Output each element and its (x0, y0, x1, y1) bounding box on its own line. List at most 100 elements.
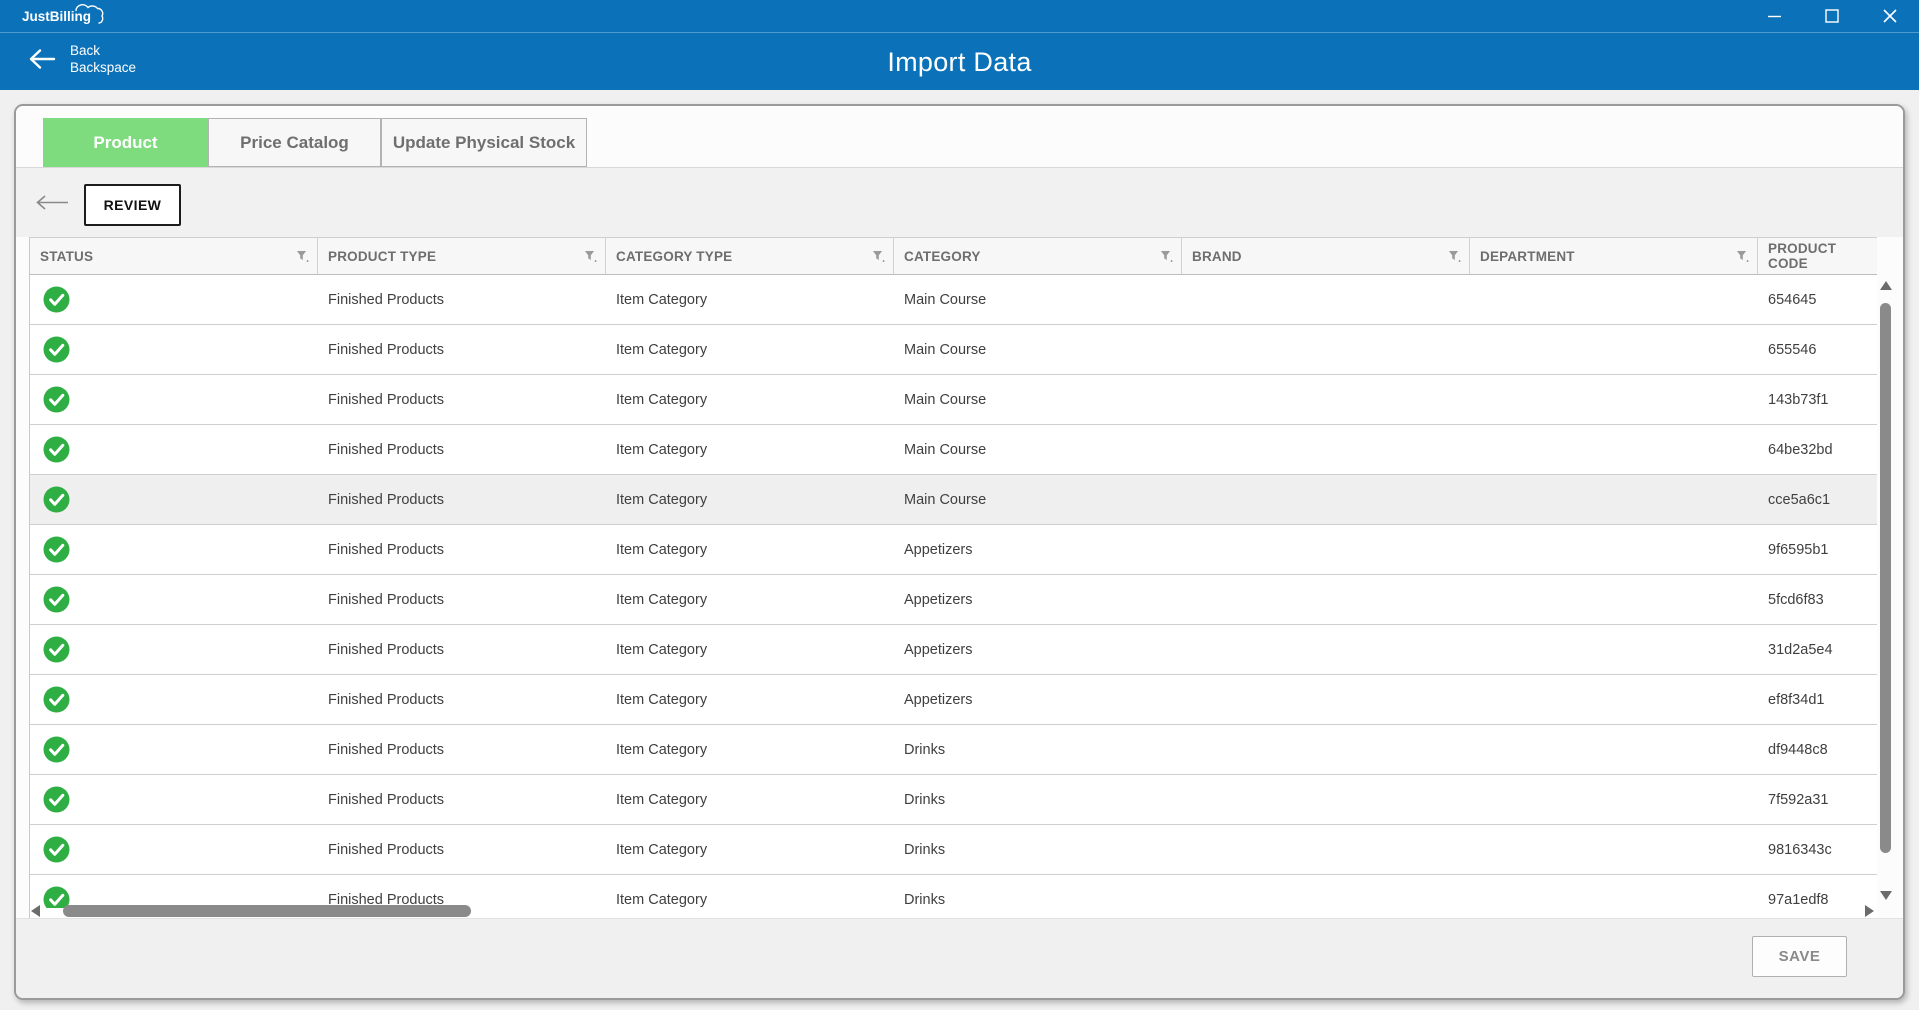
tab-update-physical-stock[interactable]: Update Physical Stock (381, 118, 587, 167)
status-cell (30, 475, 318, 524)
vertical-scrollbar-thumb[interactable] (1880, 303, 1891, 853)
scroll-left-icon[interactable] (31, 905, 40, 917)
column-header-status[interactable]: STATUS (30, 238, 318, 274)
product-type-cell: Finished Products (318, 675, 606, 724)
maximize-button[interactable] (1803, 0, 1861, 32)
table-row[interactable]: Finished ProductsItem CategoryMain Cours… (30, 475, 1877, 525)
column-header-category[interactable]: CATEGORY (894, 238, 1182, 274)
category-cell: Main Course (894, 325, 1182, 374)
product-type-cell: Finished Products (318, 725, 606, 774)
category-cell: Main Course (894, 375, 1182, 424)
save-button[interactable]: SAVE (1752, 936, 1847, 977)
table-row[interactable]: Finished ProductsItem CategoryAppetizers… (30, 575, 1877, 625)
status-ok-icon (43, 486, 70, 513)
column-header-product-code[interactable]: PRODUCT CODE (1758, 238, 1877, 274)
table-row[interactable]: Finished ProductsItem CategoryMain Cours… (30, 275, 1877, 325)
tab-price-catalog[interactable]: Price Catalog (208, 118, 381, 167)
department-cell (1470, 675, 1758, 724)
product-code-cell: 143b73f1 (1758, 375, 1877, 424)
column-header-label: PRODUCT CODE (1768, 241, 1877, 271)
brand-cell (1182, 325, 1470, 374)
filter-funnel-icon[interactable] (296, 250, 309, 266)
category-cell: Drinks (894, 775, 1182, 824)
product-type-cell: Finished Products (318, 475, 606, 524)
filter-funnel-icon[interactable] (584, 250, 597, 266)
department-cell (1470, 325, 1758, 374)
back-label-line2: Backspace (70, 59, 136, 76)
filter-funnel-icon[interactable] (872, 250, 885, 266)
table-row[interactable]: Finished ProductsItem CategoryMain Cours… (30, 375, 1877, 425)
product-type-cell: Finished Products (318, 525, 606, 574)
tab-product[interactable]: Product (43, 118, 208, 167)
status-ok-icon (43, 686, 70, 713)
product-code-cell: 9f6595b1 (1758, 525, 1877, 574)
back-label: Back Backspace (70, 42, 136, 76)
status-cell (30, 275, 318, 324)
table-row[interactable]: Finished ProductsItem CategoryAppetizers… (30, 625, 1877, 675)
category-type-cell: Item Category (606, 625, 894, 674)
panel-footer: SAVE (16, 918, 1903, 998)
review-button[interactable]: REVIEW (84, 184, 181, 226)
horizontal-scrollbar-thumb[interactable] (63, 905, 471, 917)
scroll-up-icon[interactable] (1880, 281, 1892, 290)
product-code-cell: 7f592a31 (1758, 775, 1877, 824)
brand-cell (1182, 275, 1470, 324)
table-row[interactable]: Finished ProductsItem CategoryAppetizers… (30, 675, 1877, 725)
status-cell (30, 625, 318, 674)
vertical-scrollbar[interactable] (1878, 275, 1893, 908)
horizontal-scrollbar[interactable] (29, 904, 1877, 918)
brand-cell (1182, 525, 1470, 574)
category-type-cell: Item Category (606, 775, 894, 824)
column-header-category-type[interactable]: CATEGORY TYPE (606, 238, 894, 274)
filter-funnel-icon[interactable] (1448, 250, 1461, 266)
status-ok-icon (43, 836, 70, 863)
department-cell (1470, 775, 1758, 824)
category-type-cell: Item Category (606, 525, 894, 574)
status-ok-icon (43, 386, 70, 413)
department-cell (1470, 525, 1758, 574)
brand-cell (1182, 425, 1470, 474)
product-code-cell: 654645 (1758, 275, 1877, 324)
column-header-label: CATEGORY (904, 249, 981, 264)
table-row[interactable]: Finished ProductsItem CategoryDrinks9816… (30, 825, 1877, 875)
product-code-cell: 64be32bd (1758, 425, 1877, 474)
status-cell (30, 525, 318, 574)
window-controls (1745, 0, 1919, 32)
product-code-cell: 5fcd6f83 (1758, 575, 1877, 624)
brand-cell (1182, 375, 1470, 424)
filter-funnel-icon[interactable] (1736, 250, 1749, 266)
column-header-department[interactable]: DEPARTMENT (1470, 238, 1758, 274)
brand-cell (1182, 675, 1470, 724)
status-cell (30, 375, 318, 424)
grid-back-button[interactable] (35, 195, 69, 215)
category-cell: Main Course (894, 425, 1182, 474)
close-button[interactable] (1861, 0, 1919, 32)
scroll-right-icon[interactable] (1865, 905, 1874, 917)
brand-cell (1182, 725, 1470, 774)
minimize-button[interactable] (1745, 0, 1803, 32)
back-arrow-icon (28, 48, 56, 70)
department-cell (1470, 375, 1758, 424)
brand-cell (1182, 475, 1470, 524)
product-code-cell: cce5a6c1 (1758, 475, 1877, 524)
category-type-cell: Item Category (606, 475, 894, 524)
column-header-product-type[interactable]: PRODUCT TYPE (318, 238, 606, 274)
category-type-cell: Item Category (606, 375, 894, 424)
filter-funnel-icon[interactable] (1160, 250, 1173, 266)
category-cell: Drinks (894, 825, 1182, 874)
department-cell (1470, 825, 1758, 874)
brand-cell (1182, 825, 1470, 874)
table-row[interactable]: Finished ProductsItem CategoryAppetizers… (30, 525, 1877, 575)
product-code-cell: 655546 (1758, 325, 1877, 374)
product-type-cell: Finished Products (318, 325, 606, 374)
column-header-label: BRAND (1192, 249, 1242, 264)
table-row[interactable]: Finished ProductsItem CategoryDrinksdf94… (30, 725, 1877, 775)
scroll-down-icon[interactable] (1880, 891, 1892, 900)
table-row[interactable]: Finished ProductsItem CategoryMain Cours… (30, 425, 1877, 475)
category-cell: Appetizers (894, 525, 1182, 574)
column-header-brand[interactable]: BRAND (1182, 238, 1470, 274)
table-row[interactable]: Finished ProductsItem CategoryDrinks7f59… (30, 775, 1877, 825)
back-button[interactable]: Back Backspace (28, 42, 136, 76)
table-row[interactable]: Finished ProductsItem CategoryMain Cours… (30, 325, 1877, 375)
category-type-cell: Item Category (606, 425, 894, 474)
